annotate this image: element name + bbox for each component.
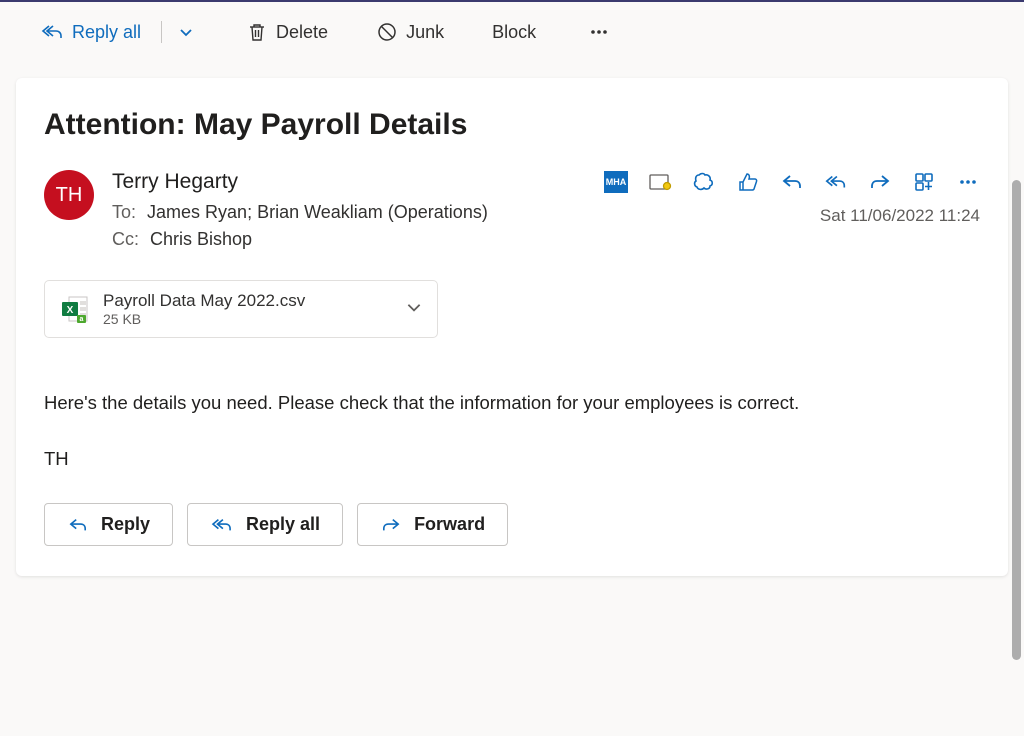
cc-recipients[interactable]: Chris Bishop bbox=[150, 229, 252, 249]
attachment-name: Payroll Data May 2022.csv bbox=[103, 291, 393, 311]
to-recipients[interactable]: James Ryan; Brian Weakliam (Operations) bbox=[147, 202, 488, 222]
junk-button[interactable]: Junk bbox=[366, 15, 454, 49]
cc-label: Cc: bbox=[112, 229, 139, 249]
to-line: To: James Ryan; Brian Weakliam (Operatio… bbox=[112, 202, 586, 223]
message-actions: MHA bbox=[604, 170, 980, 194]
attachment-chip[interactable]: X a Payroll Data May 2022.csv 25 KB bbox=[44, 280, 438, 338]
reply-all-label: Reply all bbox=[246, 514, 320, 535]
email-subject: Attention: May Payroll Details bbox=[44, 108, 980, 142]
attachment-dropdown[interactable] bbox=[405, 298, 423, 321]
email-card: Attention: May Payroll Details TH Terry … bbox=[16, 78, 1008, 576]
sender-avatar[interactable]: TH bbox=[44, 170, 94, 220]
delete-label: Delete bbox=[276, 22, 328, 43]
reply-label: Reply bbox=[101, 514, 150, 535]
sender-name[interactable]: Terry Hegarty bbox=[112, 170, 586, 194]
email-header: TH Terry Hegarty To: James Ryan; Brian W… bbox=[44, 170, 980, 256]
attachment-size: 25 KB bbox=[103, 311, 393, 327]
reply-icon[interactable] bbox=[780, 170, 804, 194]
junk-label: Junk bbox=[406, 22, 444, 43]
top-toolbar: Reply all Delete Junk Block bbox=[0, 2, 1024, 62]
reply-all-icon bbox=[40, 22, 64, 42]
more-actions-button[interactable] bbox=[578, 15, 620, 49]
svg-text:a: a bbox=[80, 316, 84, 323]
ellipsis-icon bbox=[588, 21, 610, 43]
reply-all-dropdown[interactable] bbox=[172, 18, 200, 46]
sender-block: Terry Hegarty To: James Ryan; Brian Weak… bbox=[112, 170, 586, 256]
toolbar-divider bbox=[161, 21, 162, 43]
block-button[interactable]: Block bbox=[482, 16, 546, 49]
forward-icon[interactable] bbox=[868, 170, 892, 194]
reply-all-button[interactable]: Reply all bbox=[30, 16, 151, 49]
timestamp: Sat 11/06/2022 11:24 bbox=[820, 206, 980, 226]
attachment-info: Payroll Data May 2022.csv 25 KB bbox=[103, 291, 393, 327]
like-icon[interactable] bbox=[736, 170, 760, 194]
reply-all-label: Reply all bbox=[72, 22, 141, 43]
prohibit-icon bbox=[376, 21, 398, 43]
forward-button[interactable]: Forward bbox=[357, 503, 508, 546]
reply-all-icon bbox=[210, 516, 234, 534]
header-right: MHA bbox=[604, 170, 980, 226]
chevron-down-icon bbox=[178, 24, 194, 40]
excel-file-icon: X a bbox=[59, 293, 91, 325]
delete-button[interactable]: Delete bbox=[236, 15, 338, 49]
footer-actions: Reply Reply all Forward bbox=[44, 503, 980, 546]
body-line-2: TH bbox=[44, 444, 980, 474]
reply-icon bbox=[67, 516, 89, 534]
cc-line: Cc: Chris Bishop bbox=[112, 229, 586, 250]
trash-icon bbox=[246, 21, 268, 43]
forward-label: Forward bbox=[414, 514, 485, 535]
addon-icon[interactable] bbox=[648, 170, 672, 194]
reply-all-button-footer[interactable]: Reply all bbox=[187, 503, 343, 546]
forward-icon bbox=[380, 516, 402, 534]
email-body: Here's the details you need. Please chec… bbox=[44, 388, 980, 473]
svg-text:X: X bbox=[67, 305, 74, 316]
apps-icon[interactable] bbox=[912, 170, 936, 194]
body-line-1: Here's the details you need. Please chec… bbox=[44, 388, 980, 418]
scrollbar-thumb[interactable] bbox=[1012, 180, 1021, 660]
more-icon[interactable] bbox=[956, 170, 980, 194]
copilot-icon[interactable] bbox=[692, 170, 716, 194]
reply-button[interactable]: Reply bbox=[44, 503, 173, 546]
mha-addon-icon[interactable]: MHA bbox=[604, 170, 628, 194]
block-label: Block bbox=[492, 22, 536, 43]
to-label: To: bbox=[112, 202, 136, 222]
reply-all-icon-small[interactable] bbox=[824, 170, 848, 194]
